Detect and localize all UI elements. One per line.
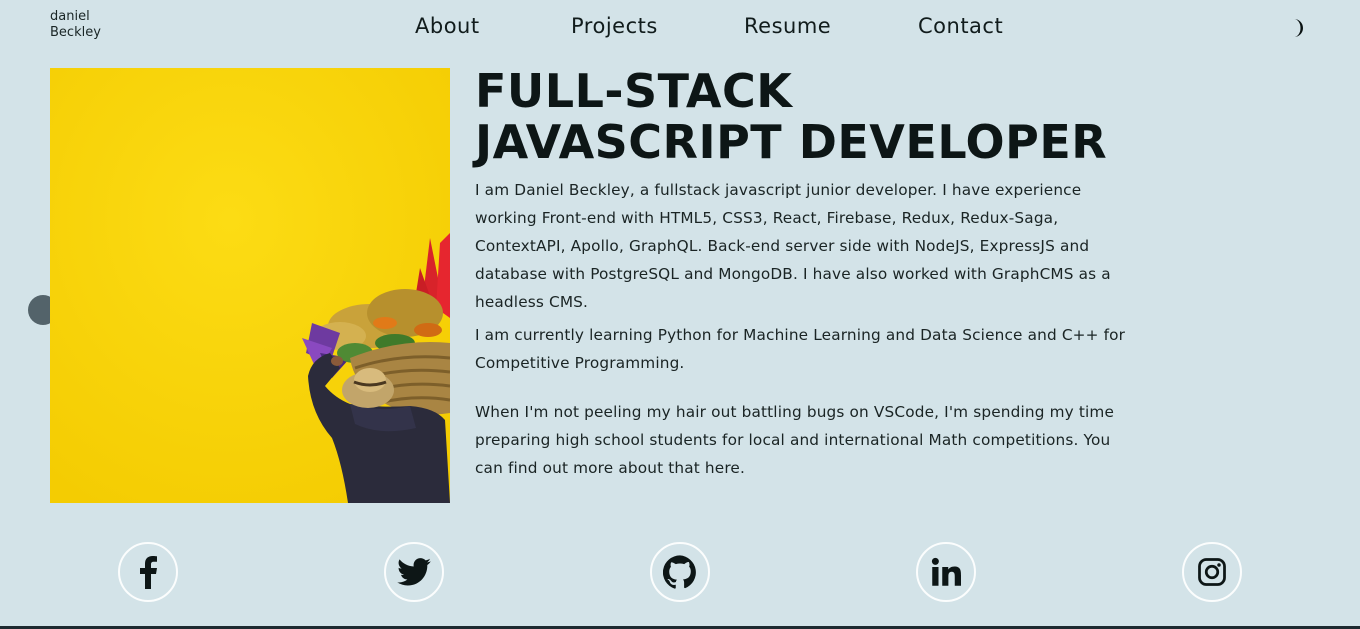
headline-line-1: FULL-STACK — [475, 64, 793, 118]
headline-line-2: JAVASCRIPT DEVELOPER — [475, 115, 1108, 169]
about-paragraph-3: When I'm not peeling my hair out battlin… — [475, 403, 1115, 477]
linkedin-link[interactable] — [916, 542, 976, 602]
github-link[interactable] — [650, 542, 710, 602]
hero-photo — [50, 68, 450, 503]
nav-link-projects[interactable]: Projects — [571, 14, 658, 38]
nav-link-contact[interactable]: Contact — [918, 14, 1003, 38]
facebook-link[interactable] — [118, 542, 178, 602]
instagram-icon — [1198, 558, 1226, 586]
about-content: I am Daniel Beckley, a fullstack javascr… — [475, 176, 1130, 482]
instagram-link[interactable] — [1182, 542, 1242, 602]
crescent-moon-icon — [1294, 19, 1304, 37]
nav-link-about[interactable]: About — [415, 14, 480, 38]
facebook-icon — [140, 556, 157, 589]
social-links — [0, 542, 1360, 604]
about-paragraph-1: I am Daniel Beckley, a fullstack javascr… — [475, 181, 1111, 311]
github-icon — [663, 555, 696, 589]
main-nav: About Projects Resume Contact — [0, 14, 1360, 44]
linkedin-icon — [931, 557, 961, 586]
page-headline: FULL-STACK JAVASCRIPT DEVELOPER — [475, 66, 1107, 168]
twitter-icon — [397, 558, 431, 586]
nav-link-resume[interactable]: Resume — [744, 14, 831, 38]
about-paragraph-2: I am currently learning Python for Machi… — [475, 326, 1126, 372]
theme-toggle-button[interactable] — [1288, 16, 1310, 40]
twitter-link[interactable] — [384, 542, 444, 602]
